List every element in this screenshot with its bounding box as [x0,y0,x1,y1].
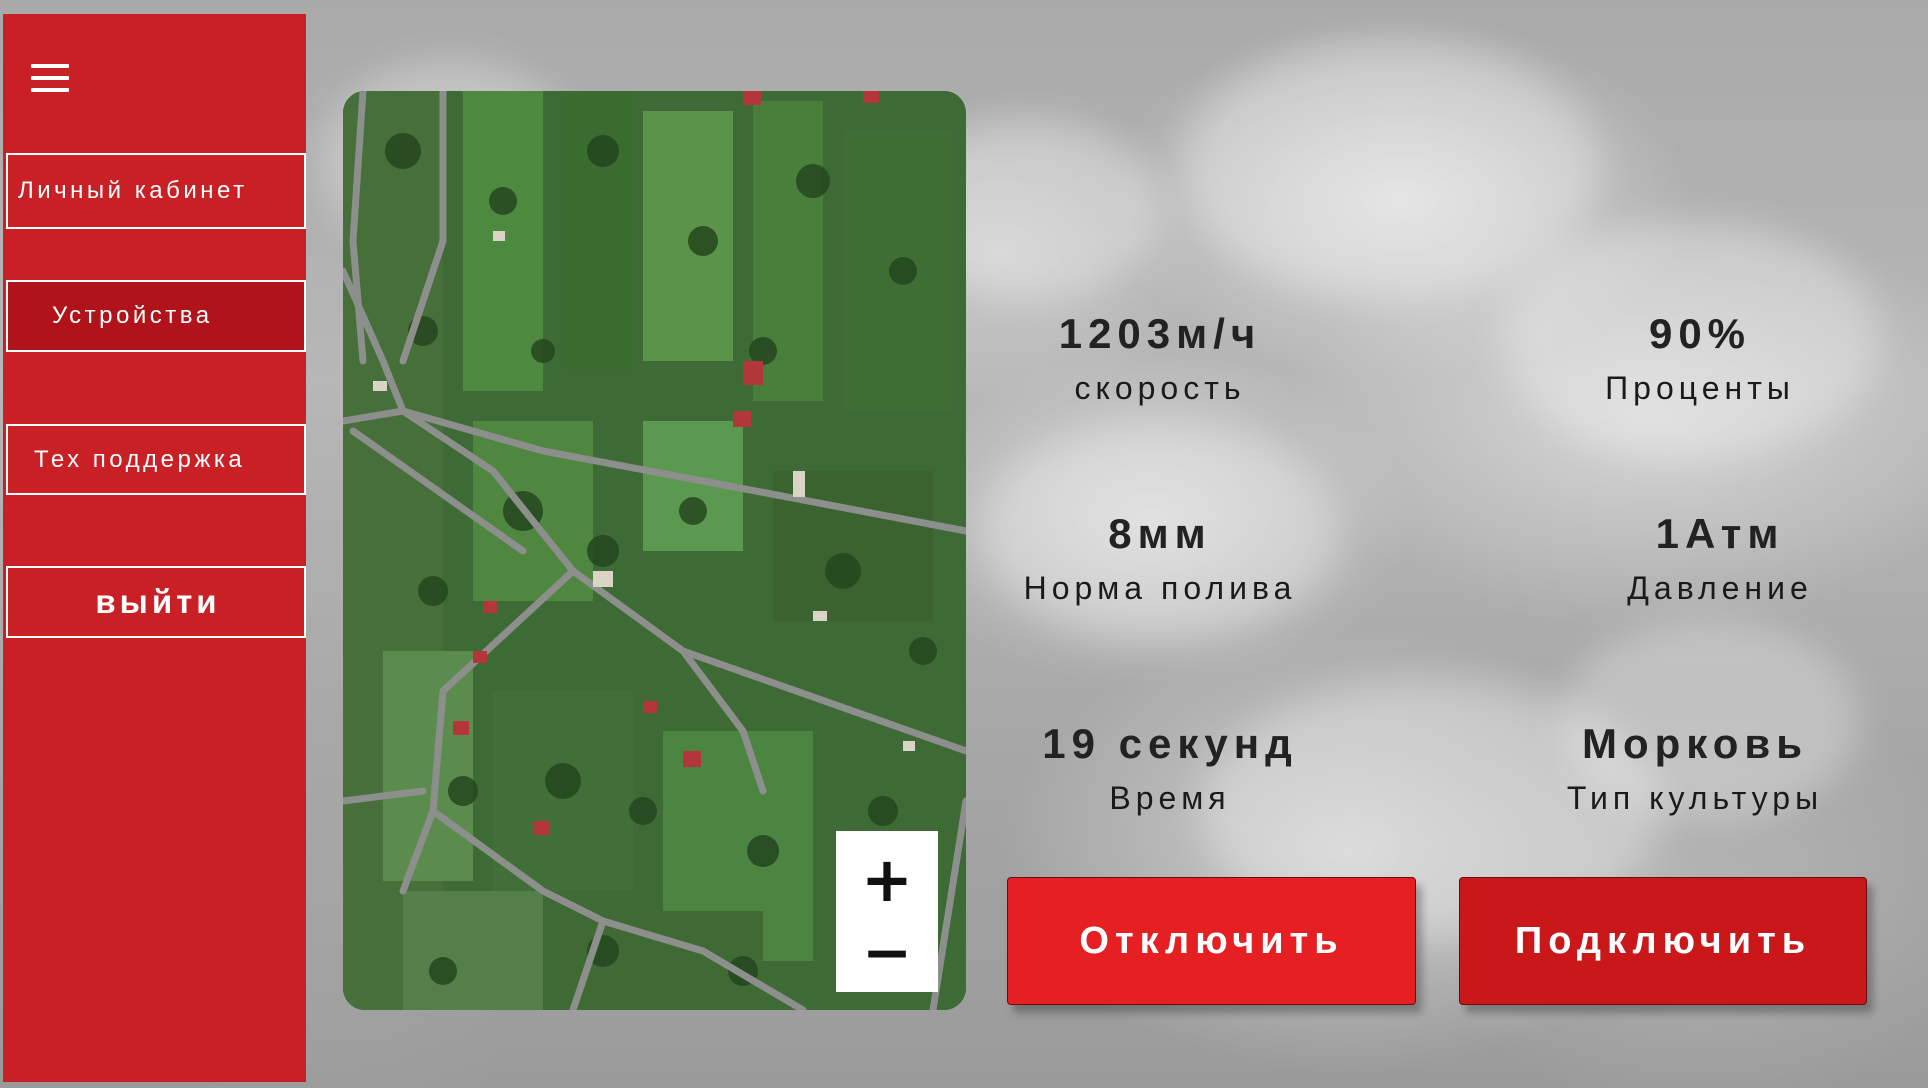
stat-label: Давление [1627,570,1813,606]
stat-value: 8мм [1108,510,1212,557]
stat-value: 90% [1648,310,1752,357]
stat-percent: 90% Проценты [1540,310,1860,407]
stat-label: Норма полива [1023,570,1297,606]
sidebar-item-devices[interactable]: Устройства [6,280,306,352]
logout-label: выйти [95,583,221,620]
sidebar-item-label: Тех поддержка [34,445,246,473]
stat-crop-type: Морковь Тип культуры [1535,720,1855,817]
stat-label: Проценты [1605,370,1795,406]
sidebar-item-label: Личный кабинет [18,177,248,204]
sidebar: Личный кабинет Устройства Тех поддержка … [3,14,306,1082]
hamburger-menu-icon[interactable] [29,64,71,96]
zoom-controls: + − [836,831,938,992]
sidebar-item-label: Устройства [52,302,213,329]
stat-value: Морковь [1581,720,1809,767]
stat-value: 1Атм [1655,510,1785,557]
logout-button[interactable]: выйти [6,566,306,638]
zoom-in-button[interactable]: + [836,849,938,911]
stat-value: 1203м/ч [1058,310,1262,357]
stat-label: Время [1109,780,1231,816]
stat-irrigation-rate: 8мм Норма полива [1000,510,1320,607]
zoom-out-button[interactable]: − [836,923,938,983]
sidebar-item-support[interactable]: Тех поддержка [6,424,306,495]
connect-button[interactable]: Подключить [1459,877,1867,1005]
stat-label: Тип культуры [1566,780,1824,816]
stat-time: 19 секунд Время [1010,720,1330,817]
stat-pressure: 1Атм Давление [1560,510,1880,607]
stat-label: скорость [1074,370,1246,406]
stat-value: 19 секунд [1042,720,1298,767]
sidebar-item-account[interactable]: Личный кабинет [6,153,306,229]
satellite-map[interactable]: + − [343,91,966,1010]
stat-speed: 1203м/ч скорость [1000,310,1320,407]
disconnect-button[interactable]: Отключить [1007,877,1416,1005]
